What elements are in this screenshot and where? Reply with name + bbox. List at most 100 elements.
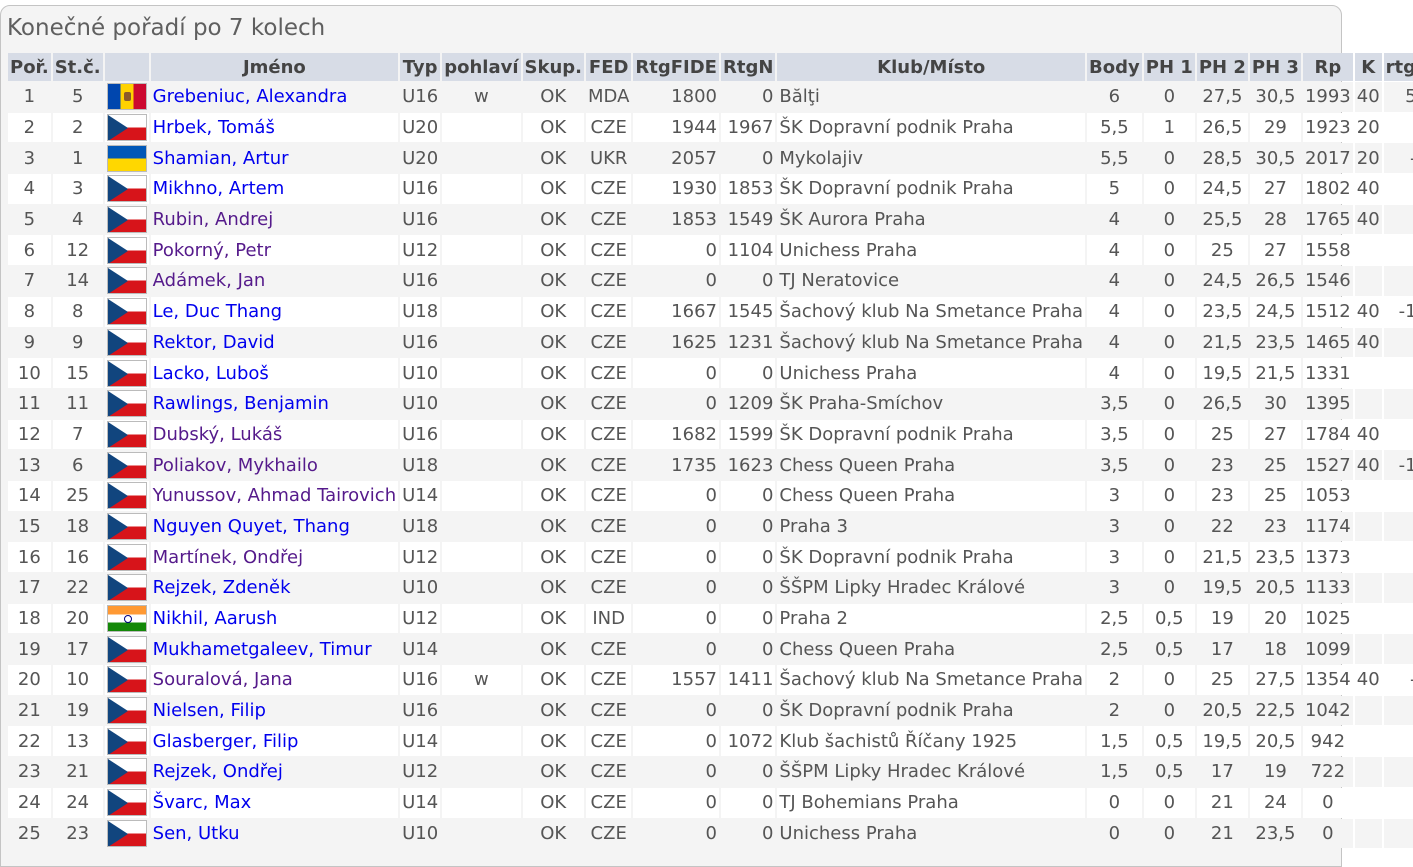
- player-name-cell: Sen, Utku: [150, 818, 399, 849]
- player-name-link[interactable]: Lacko, Luboš: [153, 363, 269, 384]
- flag-icon: [106, 789, 147, 817]
- rating-national-cell: 0: [720, 787, 776, 818]
- col-header-rtg-fide: RtgFIDE: [633, 53, 719, 81]
- points-cell: 5,5: [1087, 112, 1142, 143]
- table-row: 6 12 Pokorný, Petr U12 OK CZE 0 1104 Unichess Pr…: [8, 235, 1413, 266]
- player-name-link[interactable]: Souralová, Jana: [153, 669, 293, 690]
- player-name-link[interactable]: Grebeniuc, Alexandra: [153, 86, 348, 107]
- player-name-link[interactable]: Poliakov, Mykhailo: [153, 455, 318, 476]
- player-name-link[interactable]: Shamian, Artur: [153, 148, 289, 169]
- tiebreak-1-cell: 0: [1143, 450, 1195, 480]
- player-name-link[interactable]: Rubin, Andrej: [153, 209, 274, 230]
- category-cell: U10: [400, 818, 441, 849]
- rating-change-cell: -16: [1383, 174, 1413, 204]
- k-factor-cell: [1354, 388, 1382, 419]
- rank-cell: 19: [8, 634, 51, 665]
- flag-cell: [104, 82, 149, 112]
- tiebreak-1-cell: 0: [1143, 665, 1195, 695]
- club-cell: Klub šachistů Říčany 1925: [777, 726, 1086, 757]
- tiebreak-3-cell: 30,5: [1249, 82, 1301, 112]
- table-row: 17 22 Rejzek, Zdeněk U10 OK CZE 0 0 ŠŠPM Lipky H…: [8, 573, 1413, 603]
- k-factor-cell: [1354, 358, 1382, 388]
- player-name-link[interactable]: Dubský, Lukáš: [153, 424, 283, 445]
- start-number-cell: 3: [52, 174, 103, 204]
- category-cell: U14: [400, 726, 441, 757]
- player-name-cell: Nguyen Quyet, Thang: [150, 511, 399, 542]
- player-name-link[interactable]: Mukhametgaleev, Timur: [153, 639, 372, 660]
- rating-change-cell: -6,2: [1383, 143, 1413, 174]
- player-name-link[interactable]: Pokorný, Petr: [153, 240, 271, 261]
- table-row: 12 7 Dubský, Lukáš U16 OK CZE 1682 1599 ŠK Dopra…: [8, 419, 1413, 450]
- player-name-link[interactable]: Sen, Utku: [153, 823, 240, 844]
- table-row: 4 3 Mikhno, Artem U16 OK CZE 1930 1853 ŠK Doprav…: [8, 174, 1413, 204]
- player-name-link[interactable]: Nielsen, Filip: [153, 700, 266, 721]
- tiebreak-1-cell: 0: [1143, 235, 1195, 266]
- player-name-cell: Nikhil, Aarush: [150, 603, 399, 634]
- table-row: 19 17 Mukhametgaleev, Timur U14 OK CZE 0 0 Chess…: [8, 634, 1413, 665]
- rating-change-cell: 28: [1383, 419, 1413, 450]
- k-factor-cell: [1354, 266, 1382, 296]
- rating-national-cell: 0: [720, 143, 776, 174]
- tiebreak-2-cell: 20,5: [1196, 695, 1248, 726]
- points-cell: 3: [1087, 511, 1142, 542]
- player-name-link[interactable]: Rawlings, Benjamin: [153, 393, 329, 414]
- k-factor-cell: [1354, 757, 1382, 787]
- player-name-link[interactable]: Adámek, Jan: [153, 270, 266, 291]
- player-name-link[interactable]: Nikhil, Aarush: [153, 608, 278, 629]
- rating-fide-cell: 0: [633, 603, 719, 634]
- rating-national-cell: 0: [720, 266, 776, 296]
- player-name-link[interactable]: Rejzek, Ondřej: [153, 761, 283, 782]
- start-number-cell: 16: [52, 542, 103, 572]
- tiebreak-2-cell: 22: [1196, 511, 1248, 542]
- tiebreak-1-cell: 0: [1143, 818, 1195, 849]
- group-cell: OK: [522, 82, 584, 112]
- tiebreak-1-cell: 0,5: [1143, 757, 1195, 787]
- sex-cell: [442, 296, 521, 327]
- col-header-tb2: PH 2: [1196, 53, 1248, 81]
- player-name-link[interactable]: Le, Duc Thang: [153, 301, 282, 322]
- table-row: 21 19 Nielsen, Filip U16 OK CZE 0 0 ŠK Dopravní …: [8, 695, 1413, 726]
- player-name-link[interactable]: Hrbek, Tomáš: [153, 117, 275, 138]
- player-name-link[interactable]: Glasberger, Filip: [153, 731, 299, 752]
- col-header-rank: Poř.: [8, 53, 51, 81]
- table-row: 13 6 Poliakov, Mykhailo U18 OK CZE 1735 1623 Che…: [8, 450, 1413, 480]
- tiebreak-3-cell: 23: [1249, 511, 1301, 542]
- flag-cell: [104, 542, 149, 572]
- tiebreak-3-cell: 27: [1249, 419, 1301, 450]
- rating-change-cell: [1383, 634, 1413, 665]
- player-name-link[interactable]: Rejzek, Zdeněk: [153, 577, 291, 598]
- flag-cell: [104, 419, 149, 450]
- group-cell: OK: [522, 511, 584, 542]
- k-factor-cell: [1354, 603, 1382, 634]
- player-name-link[interactable]: Švarc, Max: [153, 792, 252, 813]
- group-cell: OK: [522, 296, 584, 327]
- performance-cell: 1395: [1302, 388, 1353, 419]
- player-name-link[interactable]: Mikhno, Artem: [153, 178, 285, 199]
- table-row: 14 25 Yunussov, Ahmad Tairovich U14 OK CZE 0 0 C…: [8, 480, 1413, 511]
- sex-cell: [442, 818, 521, 849]
- player-name-link[interactable]: Nguyen Quyet, Thang: [153, 516, 350, 537]
- start-number-cell: 12: [52, 235, 103, 266]
- flag-cell: [104, 634, 149, 665]
- tiebreak-3-cell: 23,5: [1249, 542, 1301, 572]
- category-cell: U16: [400, 174, 441, 204]
- sex-cell: [442, 634, 521, 665]
- player-name-link[interactable]: Martínek, Ondřej: [153, 547, 303, 568]
- federation-cell: CZE: [586, 266, 632, 296]
- tiebreak-1-cell: 0: [1143, 327, 1195, 358]
- k-factor-cell: [1354, 787, 1382, 818]
- performance-cell: 1512: [1302, 296, 1353, 327]
- tiebreak-3-cell: 30,5: [1249, 143, 1301, 174]
- group-cell: OK: [522, 327, 584, 358]
- group-cell: OK: [522, 419, 584, 450]
- player-name-link[interactable]: Rektor, David: [153, 332, 275, 353]
- tiebreak-2-cell: 23: [1196, 450, 1248, 480]
- rank-cell: 15: [8, 511, 51, 542]
- rating-fide-cell: 0: [633, 511, 719, 542]
- player-name-link[interactable]: Yunussov, Ahmad Tairovich: [153, 485, 396, 506]
- flag-cell: [104, 818, 149, 849]
- col-header-flag: [104, 53, 149, 81]
- flag-icon: [106, 144, 147, 172]
- performance-cell: 1099: [1302, 634, 1353, 665]
- points-cell: 2: [1087, 665, 1142, 695]
